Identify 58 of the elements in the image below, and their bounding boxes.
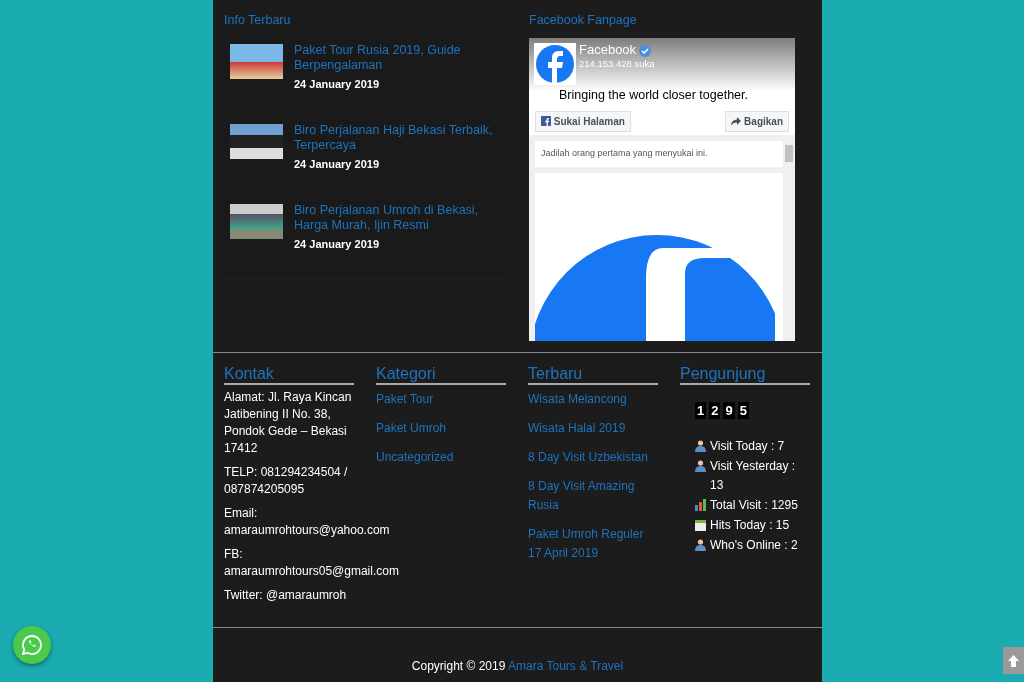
- counter-digit: 9: [723, 402, 735, 419]
- recent-post-link[interactable]: Wisata Halal 2019: [528, 419, 658, 438]
- scroll-to-top-button[interactable]: [1003, 647, 1024, 674]
- category-link[interactable]: Paket Umroh: [376, 419, 506, 438]
- facebook-icon: [541, 115, 551, 126]
- section-heading: Facebook Fanpage: [529, 12, 638, 29]
- page-name[interactable]: Facebook: [579, 41, 637, 57]
- share-arrow-icon: [731, 116, 742, 126]
- footer-heading: Terbaru: [528, 365, 658, 385]
- category-link[interactable]: Uncategorized: [376, 448, 506, 467]
- post-title-link[interactable]: Biro Perjalanan Umroh di Bekasi, Harga Murah, Ijin Resmi: [294, 202, 499, 233]
- like-count: 214.153.428 suka: [579, 57, 655, 69]
- footer-heading: Pengunjung: [680, 365, 810, 385]
- copyright-text: Copyright © 2019: [411, 659, 506, 673]
- user-icon: [695, 539, 706, 551]
- like-prompt: Jadilah orang pertama yang menyukai ini.: [535, 140, 783, 167]
- visitor-stat: Total Visit : 1295: [710, 497, 798, 514]
- recent-post-link[interactable]: Wisata Melancong: [528, 390, 658, 409]
- contact-text: FB: amaraumrohtours05@gmail.com: [224, 546, 399, 580]
- contact-text: TELP: 081294234504 / 087874205095: [224, 464, 349, 498]
- photo-placeholder: [230, 43, 283, 79]
- contact-text: Twitter: @amaraumroh: [224, 587, 347, 604]
- post-date: 24 January 2019: [294, 156, 380, 172]
- photo-placeholder: [230, 203, 283, 239]
- visitor-stat: Who's Online : 2: [710, 537, 798, 554]
- site-link[interactable]: Amara Tours & Travel: [508, 659, 624, 673]
- post-date: 24 January 2019: [294, 76, 380, 92]
- photo-placeholder: [230, 123, 283, 159]
- post-title-link[interactable]: Paket Tour Rusia 2019, Guide Berpengalaman: [294, 42, 499, 73]
- post-date: 24 January 2019: [294, 236, 380, 252]
- whatsapp-button[interactable]: [13, 626, 51, 664]
- visitor-stat: Visit Today : 7: [710, 438, 785, 455]
- like-page-button[interactable]: Sukai Halaman: [535, 110, 631, 132]
- share-button[interactable]: Bagikan: [725, 110, 789, 132]
- contact-text: Alamat: Jl. Raya Kincan Jatibening II No. 38, Pondok Gede – Bekasi 17412: [224, 389, 353, 457]
- contact-text: Email: amaraumrohtours@yahoo.com: [224, 505, 390, 539]
- user-icon: [695, 460, 706, 472]
- footer-heading: Kategori: [376, 365, 506, 385]
- bar-chart-icon: [695, 499, 706, 511]
- recent-post-link[interactable]: 8 Day Visit Amazing Rusia: [528, 477, 658, 515]
- section-heading: Info Terbaru: [224, 12, 292, 29]
- recent-post-link[interactable]: 8 Day Visit Uzbekistan: [528, 448, 658, 467]
- visitor-stat: Hits Today : 15: [710, 517, 790, 534]
- recent-post-link[interactable]: Paket Umroh Reguler 17 April 2019: [528, 525, 658, 563]
- user-icon: [695, 440, 706, 452]
- facebook-logo-icon: [536, 44, 574, 83]
- counter-digit: 2: [709, 402, 721, 419]
- counter-digit: 5: [737, 402, 749, 419]
- up-arrow-icon: [1008, 654, 1019, 667]
- category-link[interactable]: Paket Tour: [376, 390, 506, 409]
- visitor-stat: Visit Yesterday : 13: [710, 458, 797, 494]
- post-title-link[interactable]: Biro Perjalanan Haji Bekasi Terbaik, Terpercaya: [294, 122, 499, 153]
- tagline: Bringing the world closer together.: [559, 86, 748, 104]
- counter-digit: 1: [695, 402, 707, 419]
- whatsapp-icon: [21, 634, 43, 656]
- footer-heading: Kontak: [224, 365, 354, 385]
- calendar-icon: [695, 519, 706, 531]
- verified-badge-icon: [639, 44, 652, 57]
